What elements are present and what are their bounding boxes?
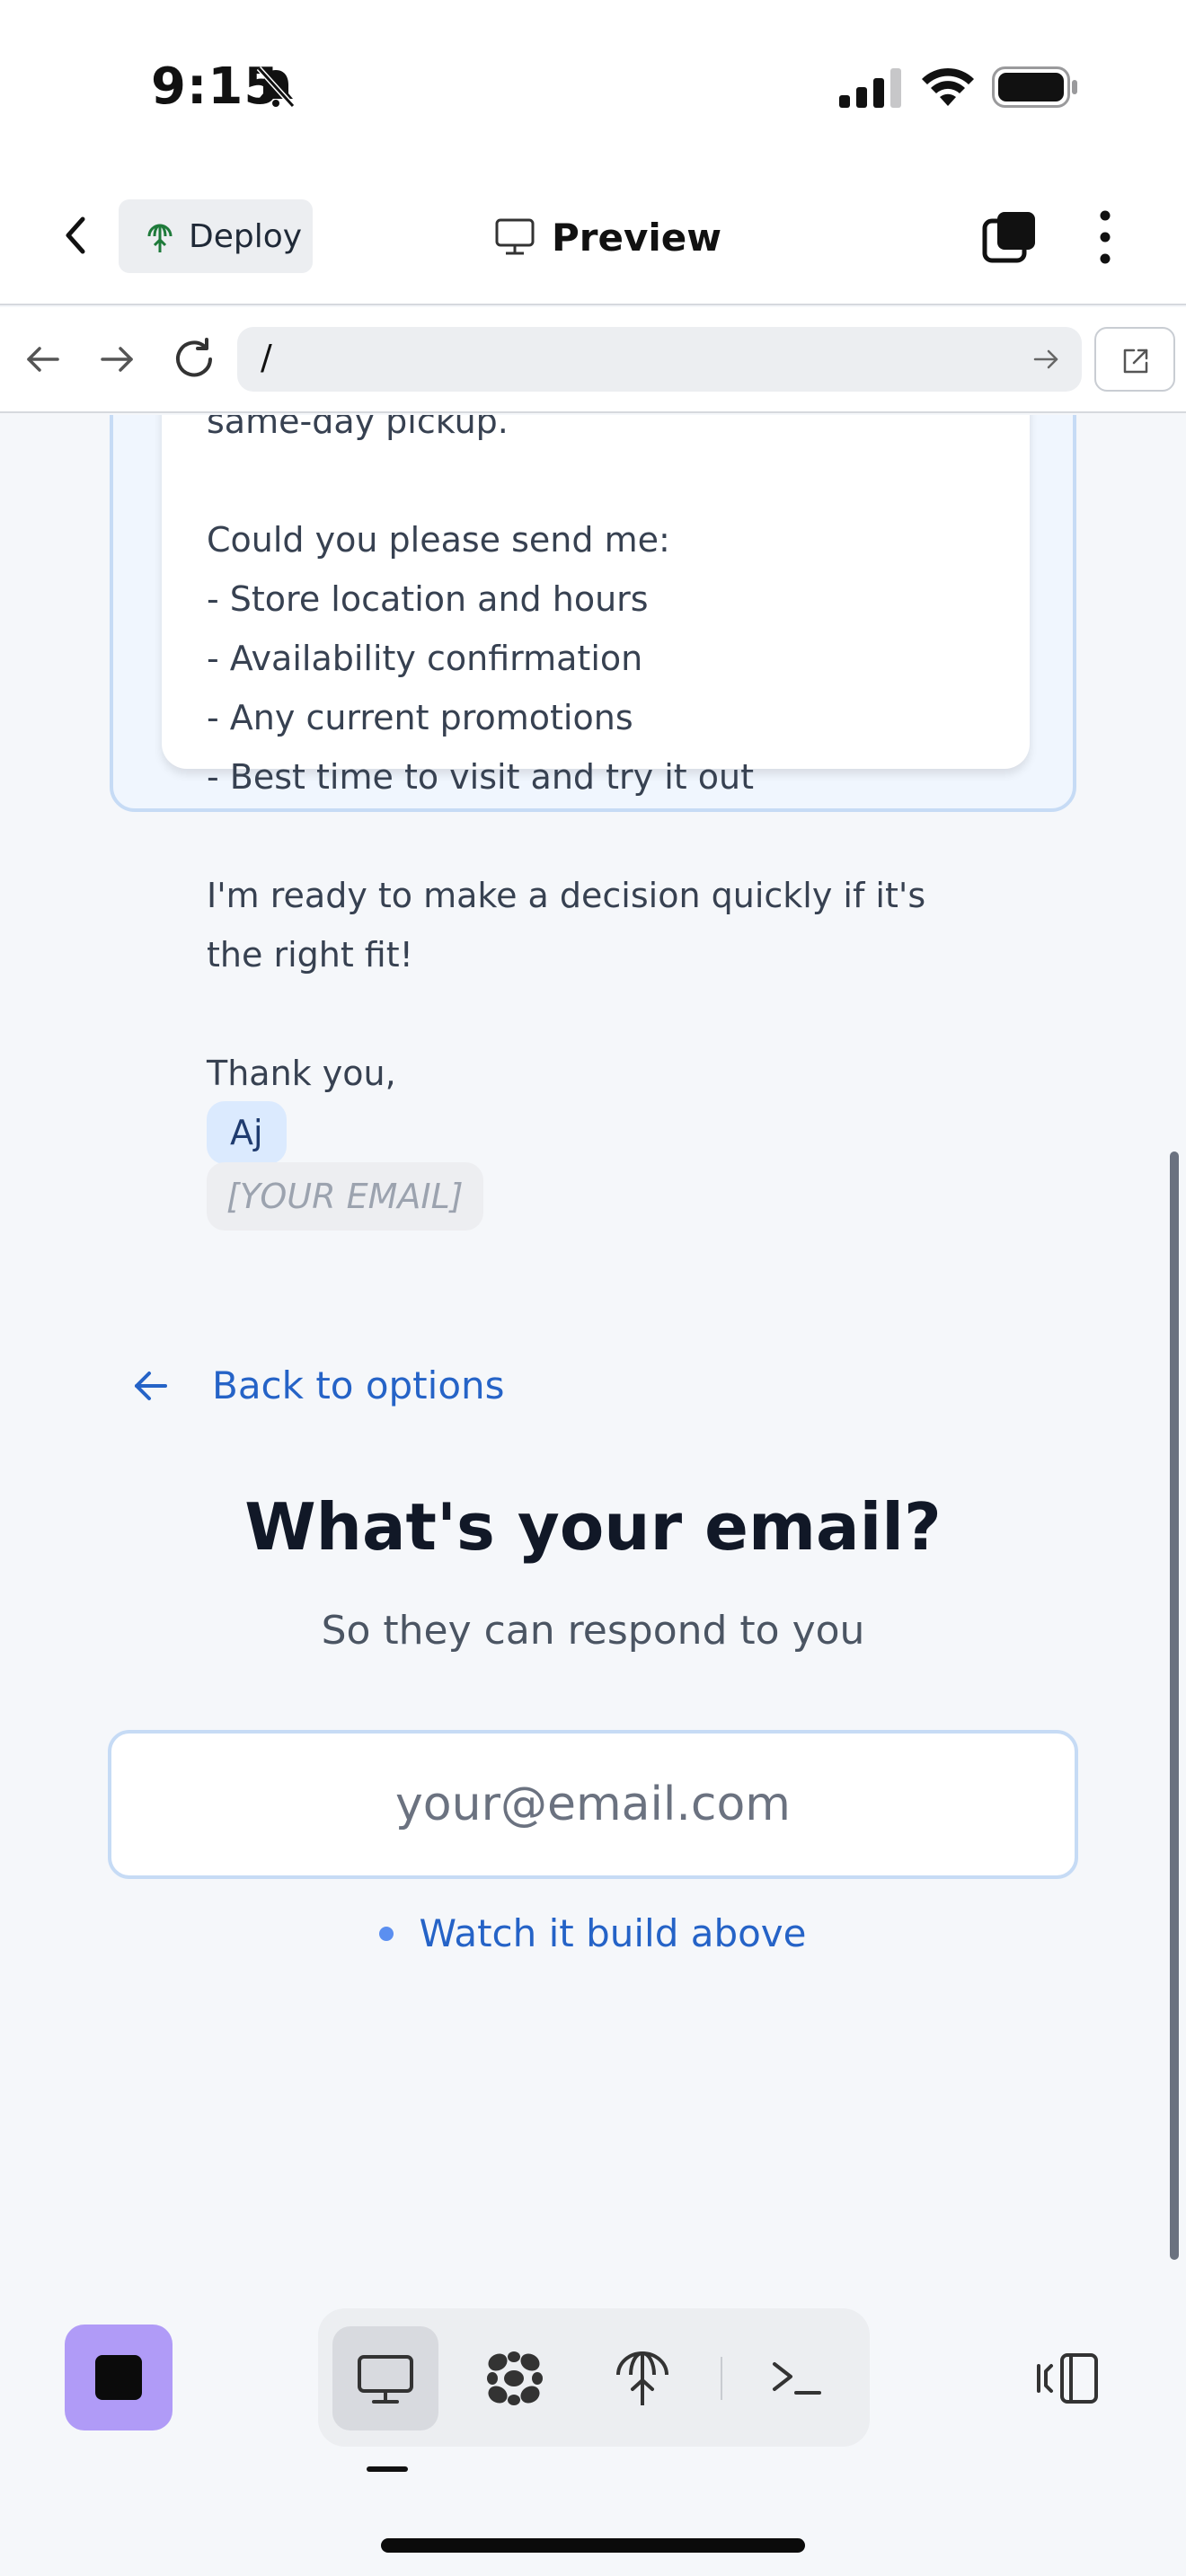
app-header: Deploy Preview xyxy=(0,171,1186,305)
terminal-view-tab[interactable] xyxy=(744,2326,850,2430)
bottom-toolbar xyxy=(0,2267,1186,2576)
arrow-left-icon[interactable] xyxy=(18,334,68,384)
apps-icon xyxy=(487,2351,543,2405)
email-line: - Any current promotions xyxy=(207,698,633,737)
panel-toggle-icon[interactable] xyxy=(1035,2348,1102,2409)
open-external-button[interactable] xyxy=(1094,327,1175,392)
terminal-icon xyxy=(773,2362,821,2395)
browser-toolbar: / xyxy=(0,307,1186,413)
watch-build-label: Watch it build above xyxy=(419,1911,807,1955)
toolbar-divider xyxy=(721,2357,722,2400)
back-to-options-label: Back to options xyxy=(212,1363,505,1407)
deploy-button[interactable]: Deploy xyxy=(119,199,313,273)
email-line: - Store location and hours xyxy=(207,579,649,619)
deploy-icon xyxy=(616,2351,668,2405)
email-line xyxy=(207,451,997,510)
stop-icon xyxy=(95,2355,142,2400)
cellular-signal-icon xyxy=(839,68,901,108)
email-line: same-day pickup. xyxy=(207,415,509,441)
arrow-right-icon[interactable] xyxy=(92,334,142,384)
battery-icon xyxy=(992,66,1077,108)
email-line: I'm ready to make a decision quickly if … xyxy=(207,876,926,915)
home-indicator xyxy=(381,2538,805,2553)
url-text: / xyxy=(261,338,272,377)
silent-bell-icon xyxy=(256,66,296,108)
sender-email-chip: [YOUR EMAIL] xyxy=(207,1162,483,1231)
email-line xyxy=(207,807,997,866)
sender-name-chip: Aj xyxy=(207,1101,287,1164)
email-body: same-day pickup. Could you please send m… xyxy=(207,415,997,1231)
arrow-left-icon xyxy=(135,1371,167,1400)
status-dot-icon xyxy=(379,1926,394,1941)
reload-icon[interactable] xyxy=(169,334,219,384)
email-preview-frame: same-day pickup. Could you please send m… xyxy=(110,415,1076,1231)
email-line: Could you please send me: xyxy=(207,520,670,560)
email-line: the right fit! xyxy=(207,935,413,975)
preview-label: Preview xyxy=(552,215,722,260)
view-switcher xyxy=(318,2308,870,2447)
monitor-icon xyxy=(495,218,535,255)
email-line: - Availability confirmation xyxy=(207,639,643,678)
apps-view-tab[interactable] xyxy=(462,2326,568,2430)
url-field[interactable]: / xyxy=(237,327,1082,392)
external-link-icon xyxy=(1123,348,1148,374)
desktop-icon xyxy=(358,2355,413,2404)
preview-content: same-day pickup. Could you please send m… xyxy=(0,415,1186,2265)
question-title: What's your email? xyxy=(244,1489,942,1565)
deploy-view-tab[interactable] xyxy=(589,2326,695,2430)
desktop-view-tab[interactable] xyxy=(332,2326,438,2430)
deploy-icon xyxy=(147,224,173,252)
preview-title: Preview xyxy=(494,208,721,266)
email-line: Thank you, xyxy=(207,1054,396,1093)
status-bar: 9:15 xyxy=(0,0,1186,171)
tabs-icon[interactable] xyxy=(981,208,1039,266)
scrollbar[interactable] xyxy=(1170,1151,1179,2260)
email-line xyxy=(207,984,997,1044)
active-tab-indicator xyxy=(367,2466,408,2472)
back-chevron-icon[interactable] xyxy=(54,207,97,264)
stop-button[interactable] xyxy=(65,2325,173,2430)
more-vertical-icon[interactable] xyxy=(1089,207,1121,268)
email-line: - Best time to visit and try it out xyxy=(207,757,754,797)
wifi-icon xyxy=(922,67,974,106)
watch-build-hint: Watch it build above xyxy=(0,1911,1186,1955)
email-input[interactable] xyxy=(108,1730,1078,1879)
go-arrow-icon[interactable] xyxy=(1030,343,1062,375)
question-subtitle: So they can respond to you xyxy=(321,1608,865,1654)
email-preview-card: same-day pickup. Could you please send m… xyxy=(162,415,1030,1231)
deploy-label: Deploy xyxy=(189,217,303,255)
back-to-options-link[interactable]: Back to options xyxy=(131,1363,505,1407)
